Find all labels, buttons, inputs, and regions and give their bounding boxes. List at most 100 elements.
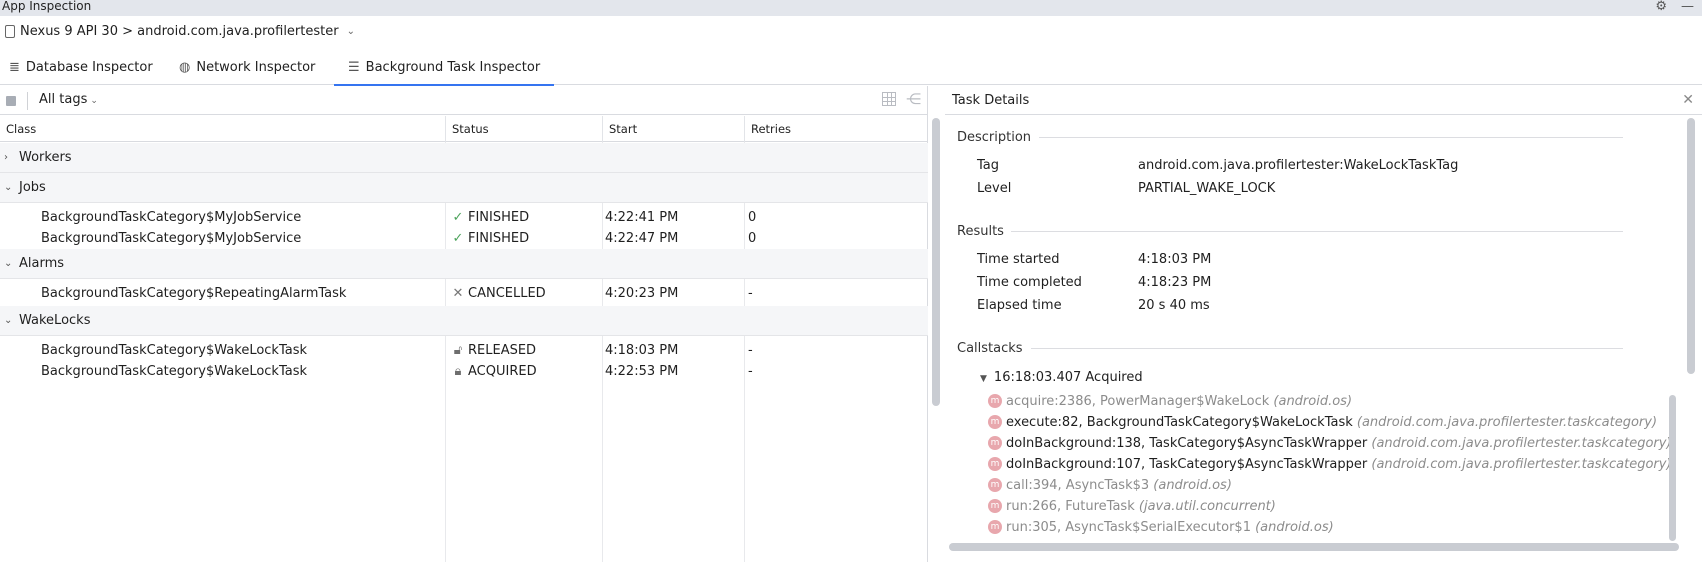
stack-frame[interactable]: m doInBackground:107, TaskCategory$AsyncT…: [988, 454, 1672, 475]
time-started-value: 4:18:03 PM: [1138, 252, 1212, 267]
stack-frame[interactable]: m execute:82, BackgroundTaskCategory$Wake…: [988, 412, 1672, 433]
status-text: CANCELLED: [468, 286, 546, 301]
section-heading-results: Results: [957, 224, 1004, 239]
list-icon: ☰: [348, 60, 360, 75]
stack-frame[interactable]: m acquire:2386, PowerManager$WakeLock (an…: [988, 391, 1672, 412]
time-completed-label: Time completed: [977, 275, 1082, 290]
cell-class: BackgroundTaskCategory$MyJobService: [41, 210, 302, 225]
group-row-workers[interactable]: › Workers: [0, 143, 928, 173]
method-icon: m: [988, 456, 1002, 471]
frame-text: run:305, AsyncTask$SerialExecutor$1: [1006, 520, 1251, 535]
column-header-class[interactable]: Class: [0, 116, 446, 142]
cell-status: ✓ FINISHED: [450, 228, 530, 249]
section-divider: [1011, 231, 1623, 232]
table-row[interactable]: BackgroundTaskCategory$MyJobService ✓ FIN…: [0, 228, 928, 249]
unlocked-icon: 🔓︎: [453, 343, 463, 358]
task-rows: › Workers ⌄ Jobs BackgroundTaskCategory$…: [0, 143, 928, 382]
minimize-icon[interactable]: —: [1681, 0, 1694, 14]
tab-database-inspector[interactable]: ≣ Database Inspector: [9, 50, 153, 85]
stack-frame[interactable]: m run:305, AsyncTask$SerialExecutor$1 (an…: [988, 517, 1672, 538]
cell-class: BackgroundTaskCategory$RepeatingAlarmTas…: [41, 286, 347, 301]
cell-retries: 0: [748, 210, 757, 225]
tab-label: Network Inspector: [196, 60, 316, 75]
column-header-start[interactable]: Start: [603, 116, 745, 142]
cell-start: 4:22:47 PM: [605, 231, 679, 246]
group-label: Jobs: [19, 180, 46, 195]
cell-status: ✓ FINISHED: [450, 207, 530, 228]
device-label: Nexus 9 API 30 > android.com.java.profil…: [20, 23, 339, 39]
method-icon: m: [988, 414, 1002, 429]
stack-frame[interactable]: m doInBackground:138, TaskCategory$AsyncT…: [988, 433, 1672, 454]
graph-view-icon[interactable]: ⋲: [906, 90, 921, 108]
cell-class: BackgroundTaskCategory$WakeLockTask: [41, 343, 308, 358]
table-header: Class Status Start Retries: [0, 116, 928, 142]
cell-status: 🔒︎ ACQUIRED: [450, 361, 537, 382]
database-icon: ≣: [9, 60, 20, 75]
callstack-vertical-scrollbar[interactable]: [1669, 395, 1676, 541]
frame-package: (android.com.java.profilertester.taskcat…: [1371, 436, 1672, 451]
group-label: Alarms: [19, 256, 65, 271]
method-icon: m: [988, 477, 1002, 492]
triangle-down-icon: ▼: [980, 374, 987, 384]
section-divider: [1031, 348, 1623, 349]
status-text: FINISHED: [468, 210, 530, 225]
frame-text: acquire:2386, PowerManager$WakeLock: [1006, 394, 1270, 409]
group-row-alarms[interactable]: ⌄ Alarms: [0, 249, 928, 279]
frame-package: (android.com.java.profilertester.taskcat…: [1371, 457, 1672, 472]
frame-package: (android.os): [1153, 478, 1232, 493]
stack-frame[interactable]: m run:266, FutureTask (java.util.concurre…: [988, 496, 1672, 517]
tab-label: Background Task Inspector: [365, 60, 541, 75]
column-header-status[interactable]: Status: [446, 116, 603, 142]
stop-icon[interactable]: [6, 96, 16, 106]
lock-icon: 🔒︎: [454, 364, 462, 379]
cell-start: 4:22:53 PM: [605, 364, 679, 379]
device-selector[interactable]: Nexus 9 API 30 > android.com.java.profil…: [0, 18, 1702, 44]
callstack-entry-toggle[interactable]: ▼ 16:18:03.407 Acquired: [980, 370, 1143, 385]
chevron-down-icon: ⌄: [4, 315, 13, 326]
stack-frame[interactable]: m call:394, AsyncTask$3 (android.os): [988, 475, 1672, 496]
cell-retries: 0: [748, 231, 757, 246]
panel-title: Task Details: [952, 93, 1030, 108]
cell-class: BackgroundTaskCategory$WakeLockTask: [41, 364, 308, 379]
close-icon[interactable]: ✕: [1682, 86, 1694, 115]
chevron-down-icon: ⌄: [4, 258, 13, 269]
settings-gear-icon[interactable]: ⚙: [1655, 0, 1667, 14]
level-value: PARTIAL_WAKE_LOCK: [1138, 181, 1276, 196]
tab-background-task-inspector[interactable]: ☰ Background Task Inspector: [334, 50, 555, 86]
globe-icon: ◍: [179, 60, 191, 75]
table-view-icon[interactable]: [882, 92, 896, 106]
details-horizontal-scrollbar[interactable]: [949, 543, 1679, 551]
method-icon: m: [988, 519, 1002, 534]
cell-retries: -: [748, 286, 753, 301]
column-header-retries[interactable]: Retries: [745, 116, 928, 142]
tag-filter-dropdown[interactable]: All tags ⌄: [39, 92, 98, 107]
table-row[interactable]: BackgroundTaskCategory$MyJobService ✓ FIN…: [0, 207, 928, 228]
section-heading-callstacks: Callstacks: [957, 341, 1023, 356]
tag-label: Tag: [977, 158, 1000, 173]
status-text: ACQUIRED: [468, 364, 537, 379]
task-details-header: Task Details ✕: [945, 86, 1702, 115]
frame-package: (android.com.java.profilertester.taskcat…: [1356, 415, 1658, 430]
frame-package: (android.os): [1273, 394, 1353, 409]
cell-start: 4:22:41 PM: [605, 210, 679, 225]
group-row-jobs[interactable]: ⌄ Jobs: [0, 173, 928, 203]
elapsed-time-label: Elapsed time: [977, 298, 1062, 313]
table-row[interactable]: BackgroundTaskCategory$WakeLockTask 🔒︎ AC…: [0, 361, 928, 382]
frame-text: doInBackground:138, TaskCategory$AsyncTa…: [1006, 436, 1368, 451]
time-started-label: Time started: [977, 252, 1060, 267]
check-icon: ✓: [452, 231, 464, 246]
status-text: FINISHED: [468, 231, 530, 246]
table-vertical-scrollbar[interactable]: [932, 118, 940, 406]
table-row[interactable]: BackgroundTaskCategory$RepeatingAlarmTas…: [0, 283, 928, 304]
tab-network-inspector[interactable]: ◍ Network Inspector: [179, 50, 315, 85]
details-vertical-scrollbar[interactable]: [1687, 118, 1695, 374]
table-row[interactable]: BackgroundTaskCategory$WakeLockTask 🔓︎ RE…: [0, 340, 928, 361]
window-title: App Inspection: [2, 0, 92, 13]
group-row-wakelocks[interactable]: ⌄ WakeLocks: [0, 306, 928, 336]
level-label: Level: [977, 181, 1012, 196]
frame-text: call:394, AsyncTask$3: [1006, 478, 1150, 493]
cell-class: BackgroundTaskCategory$MyJobService: [41, 231, 302, 246]
group-label: Workers: [19, 150, 72, 165]
chevron-down-icon: ⌄: [346, 25, 355, 37]
cell-status: ✕ CANCELLED: [450, 283, 546, 304]
